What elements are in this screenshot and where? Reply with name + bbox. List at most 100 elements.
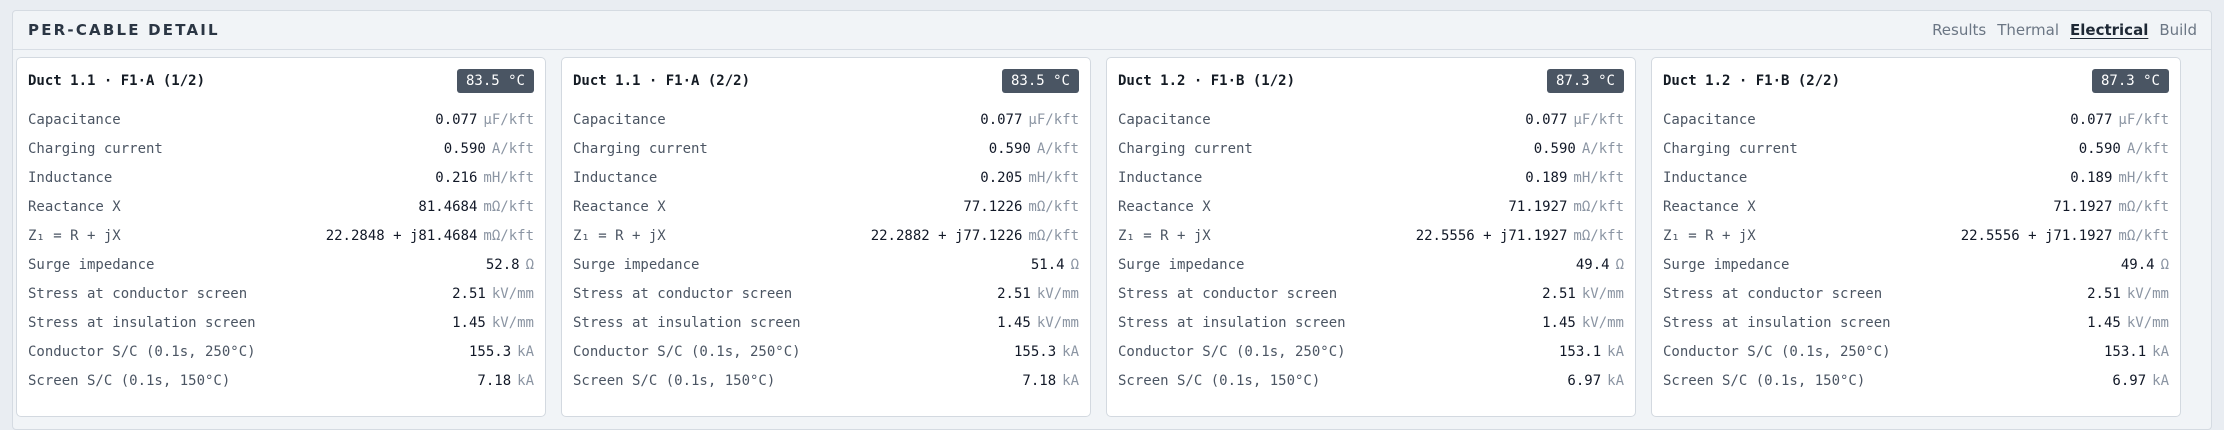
value-number: 0.077 (2070, 112, 2113, 128)
property-row: Stress at insulation screen 1.45 kV/mm (1663, 315, 2169, 344)
tab-electrical[interactable]: Electrical (2070, 21, 2148, 39)
value-unit: µF/kft (2118, 112, 2169, 128)
property-row: Conductor S/C (0.1s, 250°C) 155.3 kA (573, 344, 1079, 373)
property-label: Conductor S/C (0.1s, 250°C) (28, 344, 256, 360)
cable-card: Duct 1.1 · F1·A (2/2) 83.5 °C Capacitance 0… (561, 57, 1091, 417)
value-unit: mΩ/kft (1028, 199, 1079, 215)
property-list: Capacitance 0.077 µF/kft Charging current 0.… (1663, 112, 2169, 402)
value-unit: A/kft (491, 141, 534, 157)
tab-thermal[interactable]: Thermal (1997, 21, 2059, 39)
property-label: Z₁ = R + jX (1118, 228, 1211, 244)
value-unit: A/kft (1581, 141, 1624, 157)
property-row: Reactance X 71.1927 mΩ/kft (1118, 199, 1624, 228)
value-number: 2.51 (2087, 286, 2121, 302)
value-number: 22.5556 + j71.1927 (1415, 228, 1568, 244)
card-header: Duct 1.1 · F1·A (2/2) 83.5 °C (573, 69, 1079, 93)
value-number: 0.077 (435, 112, 478, 128)
value-number: 0.590 (2078, 141, 2121, 157)
property-row: Inductance 0.216 mH/kft (28, 170, 534, 199)
property-value: 6.97 kA (1567, 373, 1624, 389)
property-label: Conductor S/C (0.1s, 250°C) (573, 344, 801, 360)
panel-header: PER-CABLE DETAIL Results Thermal Electri… (13, 11, 2211, 50)
value-unit: mH/kft (483, 170, 534, 186)
property-value: 49.4 Ω (2121, 257, 2169, 273)
temperature-badge: 83.5 °C (1001, 69, 1079, 93)
property-label: Capacitance (1663, 112, 1756, 128)
property-label: Screen S/C (0.1s, 150°C) (573, 373, 776, 389)
property-label: Stress at conductor screen (1663, 286, 1883, 302)
value-number: 0.590 (443, 141, 486, 157)
value-number: 0.189 (1525, 170, 1568, 186)
value-number: 1.45 (452, 315, 486, 331)
property-value: 22.2882 + j77.1226 mΩ/kft (871, 228, 1079, 244)
value-number: 77.1226 (963, 199, 1023, 215)
value-number: 155.3 (468, 344, 512, 360)
property-value: 1.45 kV/mm (452, 315, 534, 331)
value-unit: kA (517, 344, 534, 360)
value-unit: kV/mm (2126, 286, 2169, 302)
value-number: 1.45 (1542, 315, 1576, 331)
value-number: 153.1 (2103, 344, 2147, 360)
property-value: 0.590 A/kft (1534, 141, 1624, 157)
property-row: Charging current 0.590 A/kft (573, 141, 1079, 170)
property-row: Reactance X 77.1226 mΩ/kft (573, 199, 1079, 228)
temperature-badge: 87.3 °C (2091, 69, 2169, 93)
property-value: 0.077 µF/kft (1525, 112, 1624, 128)
property-row: Inductance 0.205 mH/kft (573, 170, 1079, 199)
value-unit: Ω (2160, 257, 2169, 273)
property-row: Capacitance 0.077 µF/kft (1118, 112, 1624, 141)
property-value: 71.1927 mΩ/kft (1508, 199, 1624, 215)
property-label: Z₁ = R + jX (28, 228, 121, 244)
panel-title: PER-CABLE DETAIL (28, 21, 220, 39)
value-unit: mΩ/kft (1573, 228, 1624, 244)
property-label: Stress at insulation screen (1663, 315, 1891, 331)
property-label: Reactance X (1118, 199, 1211, 215)
value-number: 6.97 (1567, 373, 1602, 389)
value-number: 22.2882 + j77.1226 (870, 228, 1023, 244)
property-row: Charging current 0.590 A/kft (1118, 141, 1624, 170)
property-row: Screen S/C (0.1s, 150°C) 7.18 kA (573, 373, 1079, 402)
property-row: Screen S/C (0.1s, 150°C) 6.97 kA (1118, 373, 1624, 402)
value-unit: kA (1607, 344, 1624, 360)
property-row: Stress at conductor screen 2.51 kV/mm (1663, 286, 2169, 315)
view-tabs: Results Thermal Electrical Build (1932, 21, 2197, 39)
property-row: Stress at insulation screen 1.45 kV/mm (1118, 315, 1624, 344)
property-row: Conductor S/C (0.1s, 250°C) 153.1 kA (1118, 344, 1624, 373)
temperature-badge: 83.5 °C (456, 69, 534, 93)
property-label: Screen S/C (0.1s, 150°C) (1663, 373, 1866, 389)
temperature-badge: 87.3 °C (1546, 69, 1624, 93)
property-row: Charging current 0.590 A/kft (28, 141, 534, 170)
value-number: 1.45 (997, 315, 1031, 331)
value-unit: kV/mm (491, 286, 534, 302)
property-label: Charging current (1663, 141, 1798, 157)
property-value: 0.590 A/kft (989, 141, 1079, 157)
value-number: 1.45 (2087, 315, 2121, 331)
property-row: Screen S/C (0.1s, 150°C) 7.18 kA (28, 373, 534, 402)
property-row: Capacitance 0.077 µF/kft (573, 112, 1079, 141)
property-label: Screen S/C (0.1s, 150°C) (1118, 373, 1321, 389)
property-label: Capacitance (28, 112, 121, 128)
tab-results[interactable]: Results (1932, 21, 1986, 39)
value-unit: kA (517, 373, 534, 389)
value-unit: µF/kft (1028, 112, 1079, 128)
property-value: 77.1226 mΩ/kft (963, 199, 1079, 215)
property-row: Reactance X 71.1927 mΩ/kft (1663, 199, 2169, 228)
property-label: Stress at insulation screen (573, 315, 801, 331)
value-number: 2.51 (997, 286, 1031, 302)
property-value: 1.45 kV/mm (997, 315, 1079, 331)
tab-build[interactable]: Build (2159, 21, 2197, 39)
property-row: Capacitance 0.077 µF/kft (1663, 112, 2169, 141)
value-number: 49.4 (2120, 257, 2155, 273)
property-label: Stress at conductor screen (1118, 286, 1338, 302)
value-unit: kV/mm (1581, 315, 1624, 331)
property-label: Surge impedance (28, 257, 155, 273)
property-value: 1.45 kV/mm (2087, 315, 2169, 331)
value-unit: kV/mm (491, 315, 534, 331)
property-label: Capacitance (1118, 112, 1211, 128)
property-value: 81.4684 mΩ/kft (418, 199, 534, 215)
property-label: Inductance (573, 170, 658, 186)
property-value: 49.4 Ω (1576, 257, 1624, 273)
value-number: 0.205 (980, 170, 1023, 186)
property-label: Stress at conductor screen (573, 286, 793, 302)
property-label: Conductor S/C (0.1s, 250°C) (1663, 344, 1891, 360)
